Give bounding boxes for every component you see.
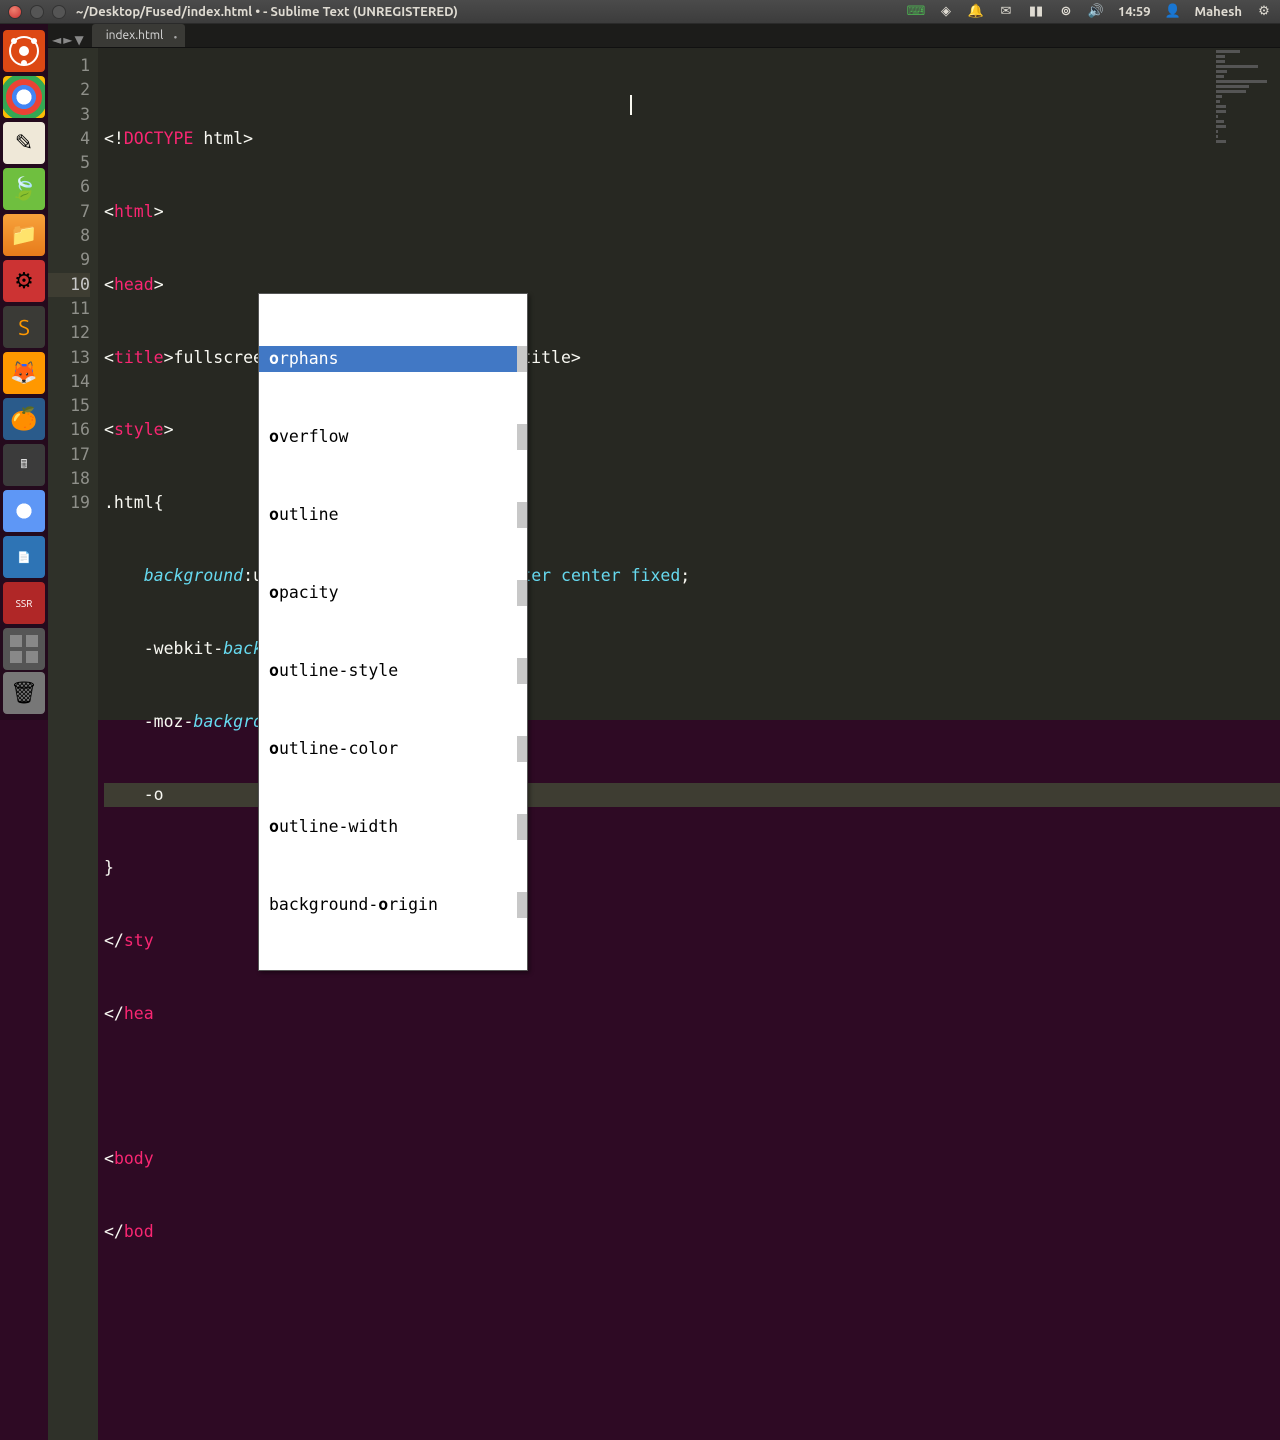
wifi-icon[interactable]: ⊚ [1058,4,1074,20]
gear-icon[interactable]: ⚙ [1256,4,1272,20]
nav-back-icon[interactable]: ◄ [52,33,61,47]
editor: ◄ ► ▼ index.html • 1 2 3 4 5 6 7 8 9 10 … [48,24,1280,720]
chromium-icon[interactable] [3,490,45,532]
trash-icon[interactable]: 🗑 [3,672,45,714]
clock[interactable]: 14:59 [1118,5,1151,19]
top-panel: ~/Desktop/Fused/index.html • - Sublime T… [0,0,1280,24]
code-viewport[interactable]: 1 2 3 4 5 6 7 8 9 10 11 12 13 14 15 16 1… [48,48,1280,1440]
window-title: ~/Desktop/Fused/index.html • - Sublime T… [76,5,908,19]
workspace-switcher-icon[interactable] [3,628,45,670]
bell-icon[interactable]: 🔔 [968,4,984,20]
gutter: 1 2 3 4 5 6 7 8 9 10 11 12 13 14 15 16 1… [48,48,98,1440]
firefox-icon[interactable]: 🦊 [3,352,45,394]
autocomplete-item[interactable]: outline-color [259,736,527,762]
user-name[interactable]: Mahesh [1195,5,1242,19]
text-cursor [630,95,632,115]
dirty-indicator-icon: • [174,32,178,43]
user-icon: 👤 [1165,4,1181,20]
sublime-icon[interactable]: S [3,306,45,348]
battery-icon[interactable]: ▮▮ [1028,4,1044,20]
autocomplete-item[interactable]: background-origin [259,892,527,918]
system-tray: ⌨ ◈ 🔔 ✉ ▮▮ ⊚ 🔊 14:59 👤 Mahesh ⚙ [908,4,1272,20]
autocomplete-item[interactable]: orphans [259,346,527,372]
autocomplete-item[interactable]: outline-style [259,658,527,684]
writer-icon[interactable]: 📄 [3,536,45,578]
screen-recorder-icon[interactable]: SSR [3,582,45,624]
keyboard-icon[interactable]: ⌨ [908,4,924,20]
autocomplete-popup[interactable]: orphans overflow outline opacity outline… [258,293,528,971]
window-controls [8,5,66,19]
autocomplete-item[interactable]: outline-width [259,814,527,840]
tab-index-html[interactable]: index.html • [92,24,186,47]
minimap[interactable] [1216,50,1276,170]
mail-icon[interactable]: ✉ [998,4,1014,20]
volume-icon[interactable]: 🔊 [1088,4,1104,20]
maximize-icon[interactable] [52,5,66,19]
autocomplete-item[interactable]: opacity [259,580,527,606]
autocomplete-item[interactable]: outline [259,502,527,528]
dash-icon[interactable] [3,30,45,72]
midori-icon[interactable]: 🍃 [3,168,45,210]
main: ✎ 🍃 📁 ⚙ S 🦊 🍊 🖩 📄 SSR 🗑 ◄ ► ▼ index.html… [0,24,1280,720]
nav-forward-icon[interactable]: ► [63,33,72,47]
tab-bar: ◄ ► ▼ index.html • [48,24,1280,48]
close-icon[interactable] [8,5,22,19]
minimize-icon[interactable] [30,5,44,19]
tab-label: index.html [106,29,164,42]
autocomplete-item[interactable]: overflow [259,424,527,450]
calculator-icon[interactable]: 🖩 [3,444,45,486]
settings-icon[interactable]: ⚙ [3,260,45,302]
dropbox-icon[interactable]: ◈ [938,4,954,20]
nav-down-icon[interactable]: ▼ [74,33,83,47]
files-icon[interactable]: 📁 [3,214,45,256]
clementine-icon[interactable]: 🍊 [3,398,45,440]
chrome-icon[interactable] [3,76,45,118]
text-editor-icon[interactable]: ✎ [3,122,45,164]
code-area[interactable]: <!DOCTYPE html> <html> <head> <title>ful… [98,48,1280,1440]
unity-launcher: ✎ 🍃 📁 ⚙ S 🦊 🍊 🖩 📄 SSR 🗑 [0,24,48,720]
